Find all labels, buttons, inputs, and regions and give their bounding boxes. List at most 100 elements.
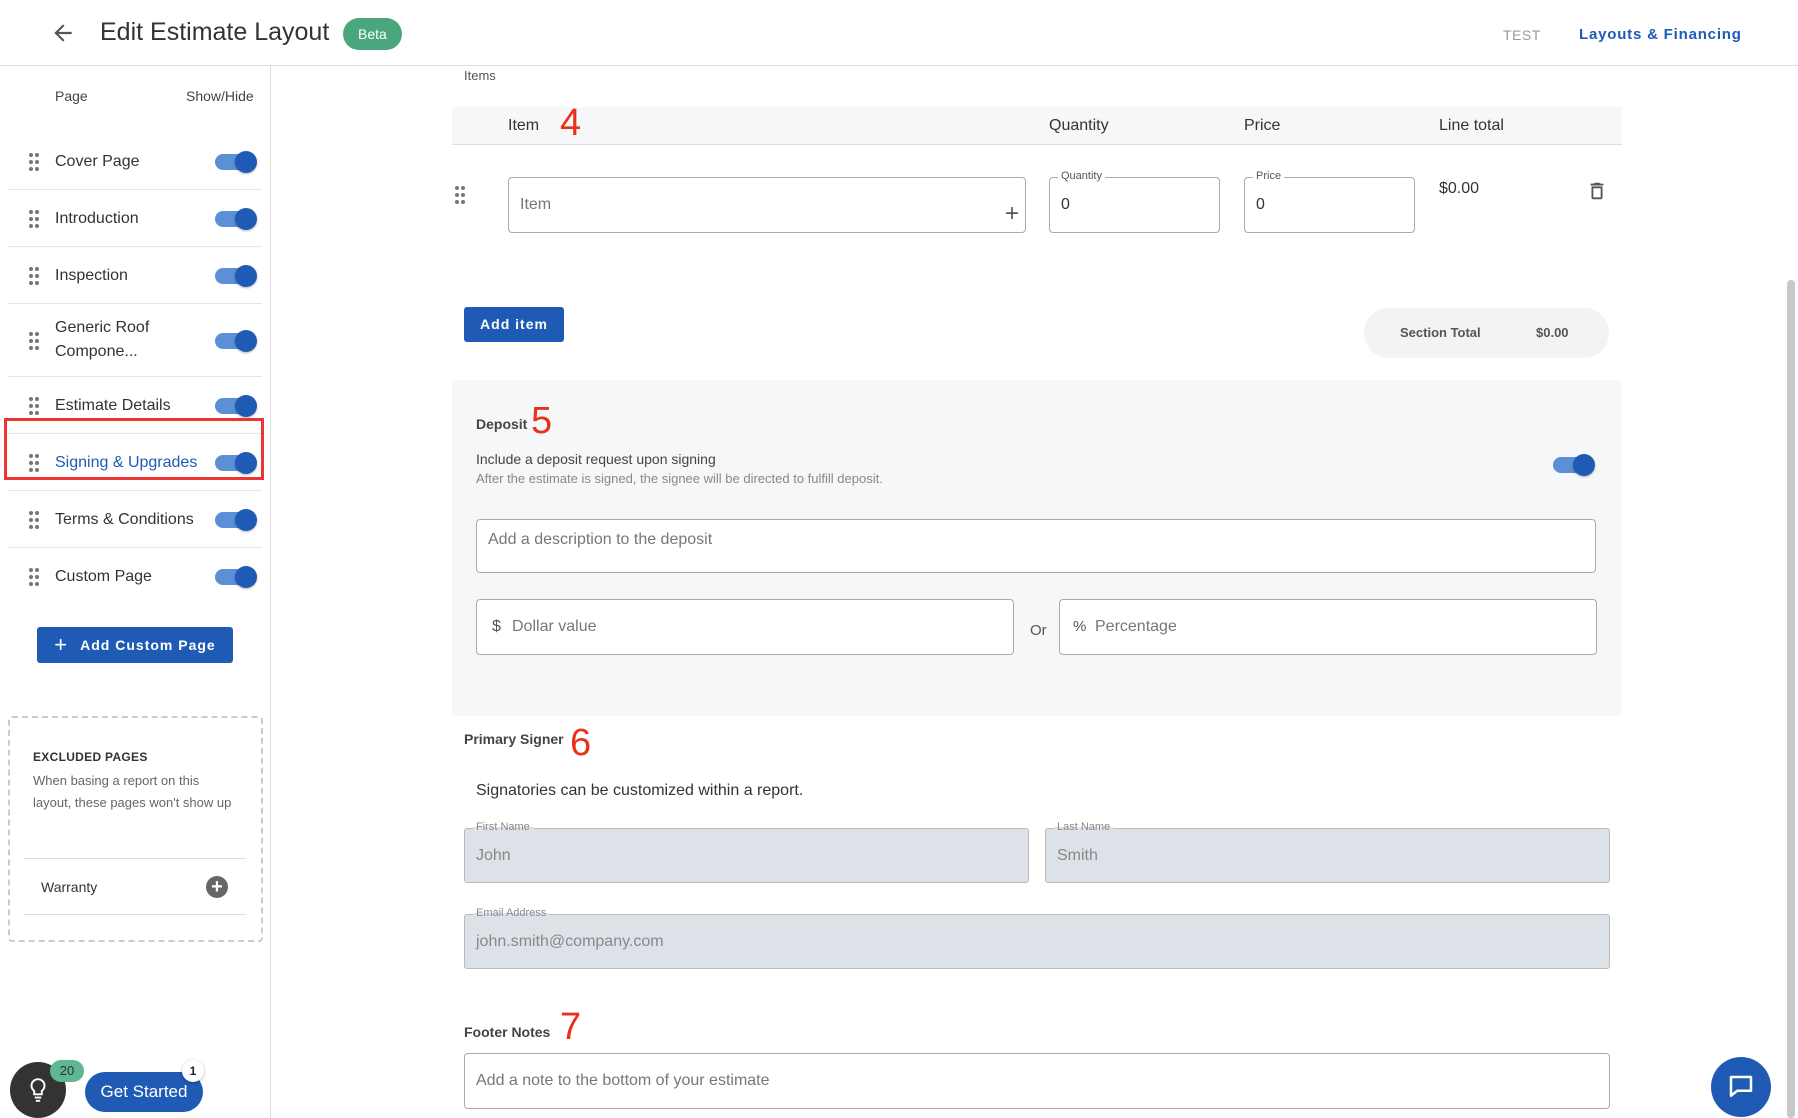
visibility-toggle[interactable] xyxy=(215,508,257,531)
top-header: Edit Estimate Layout Beta TEST Layouts &… xyxy=(0,0,1798,66)
divider xyxy=(24,914,246,915)
drag-handle-icon[interactable] xyxy=(29,266,41,285)
price-field-label: Price xyxy=(1253,170,1285,182)
scrollbar[interactable] xyxy=(1787,280,1795,1118)
beta-badge: Beta xyxy=(343,18,402,50)
annotation-marker-7: 7 xyxy=(560,1006,582,1048)
add-item-button[interactable]: Add item xyxy=(464,307,564,342)
page-row[interactable]: Terms & Conditions xyxy=(8,491,262,548)
deposit-description-input[interactable]: Add a description to the deposit xyxy=(476,519,1596,573)
excluded-item-warranty: Warranty xyxy=(41,879,98,895)
test-link[interactable]: TEST xyxy=(1503,27,1541,43)
col-price: Price xyxy=(1244,117,1281,134)
percentage-input[interactable]: % Percentage xyxy=(1059,599,1597,655)
drag-handle-icon[interactable] xyxy=(29,209,41,228)
sidebar-col-page: Page xyxy=(55,88,88,104)
tips-count-badge: 20 xyxy=(50,1060,84,1082)
percent-icon: % xyxy=(1073,618,1087,635)
dollar-value-input[interactable]: $ Dollar value xyxy=(476,599,1014,655)
visibility-toggle[interactable] xyxy=(215,329,257,352)
visibility-toggle[interactable] xyxy=(215,150,257,173)
plus-icon: + xyxy=(54,632,69,657)
page-label: Generic Roof Compone... xyxy=(55,319,150,360)
item-input[interactable]: Item + xyxy=(508,177,1026,233)
page-row[interactable]: Cover Page xyxy=(8,133,262,190)
add-custom-page-button[interactable]: + Add Custom Page xyxy=(37,627,233,663)
layouts-financing-link[interactable]: Layouts & Financing xyxy=(1579,26,1742,43)
email-value: john.smith@company.com xyxy=(476,933,664,950)
email-input: Email Address john.smith@company.com xyxy=(464,907,1610,969)
dollar-icon: $ xyxy=(492,618,501,635)
col-quantity: Quantity xyxy=(1049,117,1109,134)
footer-notes-label: Footer Notes xyxy=(464,1024,551,1040)
visibility-toggle[interactable] xyxy=(215,565,257,588)
sidebar-col-showhide: Show/Hide xyxy=(186,88,254,104)
drag-handle-icon[interactable] xyxy=(29,396,41,415)
annotation-marker-4: 4 xyxy=(560,102,582,144)
deposit-toggle-description: After the estimate is signed, the signee… xyxy=(476,471,883,486)
excluded-pages-title: EXCLUDED PAGES xyxy=(33,750,148,764)
page-title: Edit Estimate Layout xyxy=(100,18,330,46)
first-name-label: First Name xyxy=(473,821,533,833)
selected-page-highlight xyxy=(4,418,264,480)
lightbulb-icon xyxy=(30,1078,46,1102)
drag-handle-icon[interactable] xyxy=(29,152,41,171)
price-input[interactable]: Price 0 xyxy=(1244,170,1415,233)
drag-handle-icon[interactable] xyxy=(29,331,41,350)
trash-icon[interactable] xyxy=(1586,179,1608,203)
drag-handle-icon[interactable] xyxy=(29,510,41,529)
page-row[interactable]: Custom Page xyxy=(8,548,262,605)
section-total-label: Section Total xyxy=(1400,325,1481,340)
page-label: Cover Page xyxy=(55,152,140,170)
page-row[interactable]: Introduction xyxy=(8,190,262,247)
quantity-value: 0 xyxy=(1061,196,1070,213)
col-item: Item xyxy=(508,117,540,134)
back-arrow-icon[interactable] xyxy=(50,20,76,46)
visibility-toggle[interactable] xyxy=(215,264,257,287)
line-total-value: $0.00 xyxy=(1439,180,1480,197)
deposit-description-placeholder: Add a description to the deposit xyxy=(488,531,713,548)
chat-button[interactable] xyxy=(1711,1057,1771,1117)
section-total-pill: Section Total $0.00 xyxy=(1364,308,1609,358)
last-name-value: Smith xyxy=(1057,847,1098,864)
footer-notes-input[interactable]: Add a note to the bottom of your estimat… xyxy=(464,1053,1610,1109)
col-line-total: Line total xyxy=(1439,117,1504,134)
quantity-input[interactable]: Quantity 0 xyxy=(1049,170,1220,233)
percentage-placeholder: Percentage xyxy=(1095,618,1177,635)
page-row[interactable]: Generic Roof Compone... xyxy=(8,304,262,377)
drag-handle-icon[interactable] xyxy=(455,186,467,204)
items-section-label: Items xyxy=(464,68,496,83)
visibility-toggle[interactable] xyxy=(215,394,257,417)
first-name-value: John xyxy=(476,847,511,864)
signer-note: Signatories can be customized within a r… xyxy=(476,782,804,799)
email-label: Email Address xyxy=(473,907,550,919)
item-placeholder: Item xyxy=(520,196,552,213)
divider xyxy=(24,858,246,859)
last-name-input: Last Name Smith xyxy=(1045,821,1610,883)
add-warranty-icon[interactable]: + xyxy=(206,876,228,898)
page-label: Estimate Details xyxy=(55,396,171,414)
deposit-toggle[interactable] xyxy=(1553,454,1595,476)
deposit-label: Deposit xyxy=(476,416,528,432)
page-label: Custom Page xyxy=(55,567,152,585)
page-label: Inspection xyxy=(55,266,128,284)
chat-bubble-icon xyxy=(1729,1075,1753,1097)
page-row[interactable]: Inspection xyxy=(8,247,262,304)
section-total-value: $0.00 xyxy=(1536,325,1569,340)
first-name-input: First Name John xyxy=(464,821,1029,883)
footer-notes-placeholder: Add a note to the bottom of your estimat… xyxy=(476,1072,770,1089)
dollar-value-placeholder: Dollar value xyxy=(512,618,597,635)
deposit-toggle-title: Include a deposit request upon signing xyxy=(476,451,716,467)
get-started-badge: 1 xyxy=(182,1060,204,1082)
primary-signer-label: Primary Signer xyxy=(464,731,564,747)
app-root: Edit Estimate Layout Beta TEST Layouts &… xyxy=(0,0,1798,1118)
quantity-field-label: Quantity xyxy=(1058,170,1105,182)
drag-handle-icon[interactable] xyxy=(29,567,41,586)
excluded-pages-description: When basing a report on this layout, the… xyxy=(33,773,232,810)
last-name-label: Last Name xyxy=(1054,821,1114,833)
add-custom-page-label: Add Custom Page xyxy=(80,637,216,653)
visibility-toggle[interactable] xyxy=(215,207,257,230)
page-label: Introduction xyxy=(55,209,139,227)
or-separator: Or xyxy=(1030,622,1047,639)
add-icon[interactable]: + xyxy=(1005,202,1019,226)
